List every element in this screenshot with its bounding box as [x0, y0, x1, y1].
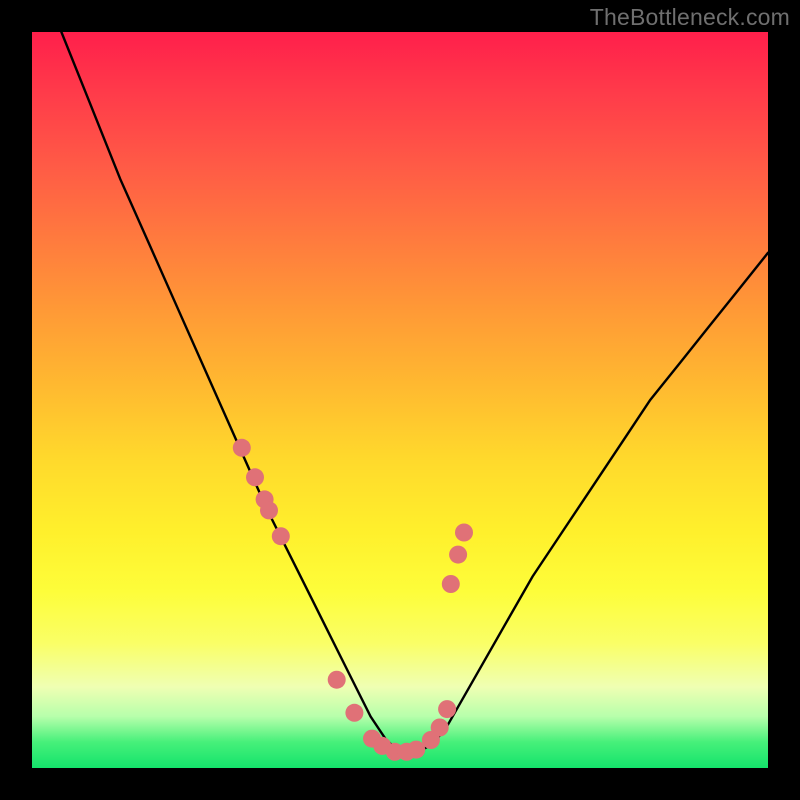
marker-dots — [233, 439, 473, 761]
marker-dot — [449, 546, 467, 564]
marker-dot — [373, 737, 391, 755]
marker-dot — [398, 743, 416, 761]
bottleneck-curve — [61, 32, 768, 753]
marker-dot — [328, 671, 346, 689]
marker-dot — [438, 700, 456, 718]
marker-dot — [233, 439, 251, 457]
marker-dot — [386, 743, 404, 761]
marker-dot — [431, 719, 449, 737]
marker-dot — [260, 501, 278, 519]
chart-svg — [32, 32, 768, 768]
marker-dot — [256, 490, 274, 508]
marker-dot — [455, 524, 473, 542]
marker-dot — [407, 741, 425, 759]
marker-dot — [422, 731, 440, 749]
marker-dot — [246, 468, 264, 486]
chart-frame: TheBottleneck.com — [0, 0, 800, 800]
watermark-text: TheBottleneck.com — [590, 4, 790, 31]
marker-dot — [272, 527, 290, 545]
marker-dot — [442, 575, 460, 593]
marker-dot — [345, 704, 363, 722]
plot-area — [32, 32, 768, 768]
marker-dot — [363, 730, 381, 748]
